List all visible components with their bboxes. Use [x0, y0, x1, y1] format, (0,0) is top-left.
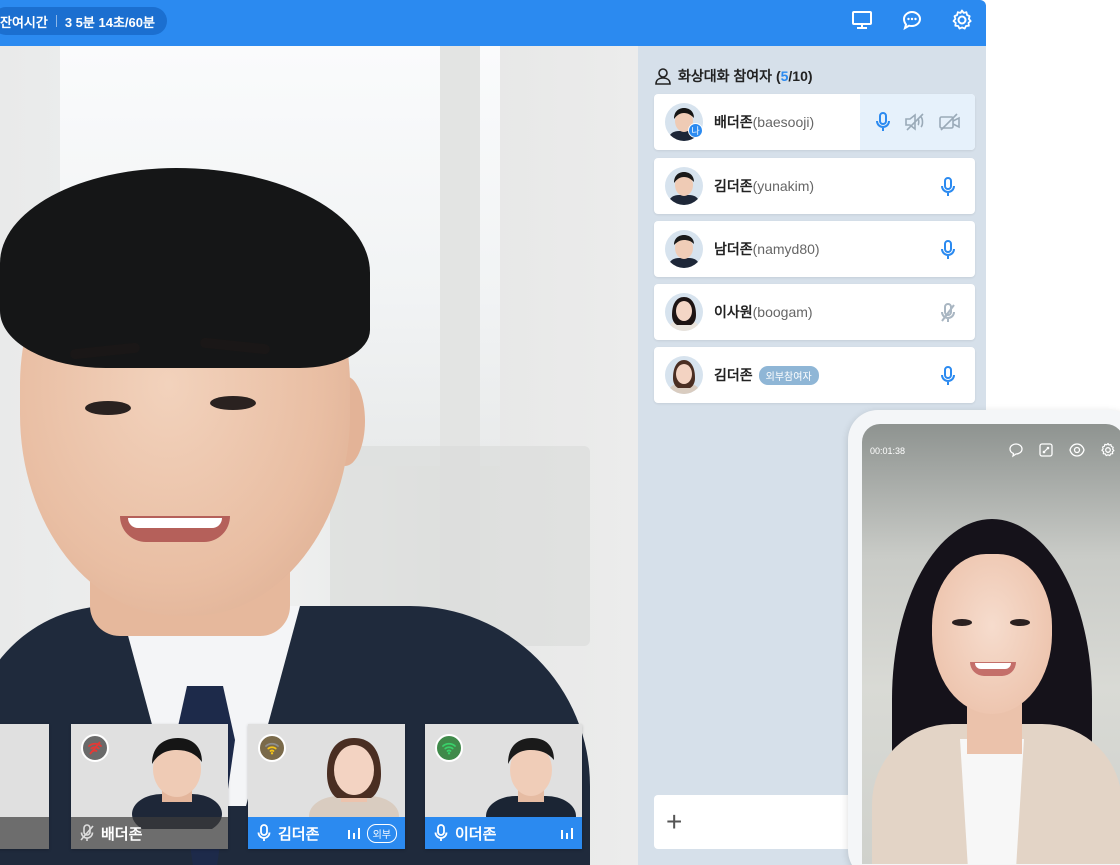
share-icon[interactable] — [1038, 442, 1054, 458]
avatar — [665, 293, 703, 331]
right-eye — [1010, 619, 1030, 626]
divider — [55, 15, 57, 27]
external-participant-chip: 외부참여자 — [758, 365, 819, 385]
me-badge: 나 — [688, 123, 703, 138]
add-button[interactable]: + — [666, 808, 682, 836]
external-tag: 외부 — [366, 823, 397, 843]
participant-id: (namyd80) — [752, 241, 820, 257]
thumbnail-name: 김더존 — [278, 825, 320, 843]
thumbnail-bar: 이더존 — [425, 817, 582, 849]
participant-row[interactable]: 김더존(yunakim) — [654, 158, 975, 214]
avatar — [665, 230, 703, 268]
mic-icon[interactable] — [939, 239, 957, 261]
remaining-time-value: 3 5분 14초/60분 — [64, 14, 155, 30]
participant-name-text: 이사원 — [714, 304, 753, 320]
participant-row[interactable]: 이사원(boogam) — [654, 284, 975, 340]
settings-icon[interactable] — [950, 8, 974, 32]
mic-muted-icon[interactable] — [939, 302, 957, 324]
thumbnail-name: 배더존 — [101, 825, 143, 843]
participant-name-text: 김더존 — [714, 367, 753, 383]
monitor-icon[interactable] — [850, 8, 874, 32]
participant-name-text: 남더존 — [714, 241, 753, 257]
participant-thumbnail[interactable] — [0, 724, 49, 849]
mic-icon[interactable] — [939, 365, 957, 387]
mouth — [970, 662, 1016, 676]
participant-avatar — [485, 738, 576, 829]
remaining-time-label: 잔여시간 — [0, 14, 48, 30]
thumbnail-bar — [0, 817, 49, 849]
panel-title: 화상대화 참여자 (5/10) — [654, 66, 813, 86]
camera-off-icon[interactable] — [938, 112, 962, 132]
panel-title-text: 화상대화 참여자 ( — [678, 68, 781, 84]
participant-name: 김더존(yunakim) — [714, 176, 814, 196]
participant-row[interactable]: 남더존(namyd80) — [654, 221, 975, 277]
mouth — [120, 516, 230, 542]
mobile-device-frame: 00:01:38 — [848, 410, 1120, 865]
settings-icon[interactable] — [1100, 442, 1116, 458]
my-controls — [860, 94, 975, 150]
wifi-weak-icon — [81, 734, 109, 762]
wifi-good-icon — [435, 734, 463, 762]
left-eye — [85, 401, 131, 415]
top-toolbar: 잔여시간 3 5분 14초/60분 — [0, 0, 986, 46]
mic-icon — [257, 824, 271, 841]
participant-name: 이사원(boogam) — [714, 302, 813, 322]
mic-icon[interactable] — [939, 176, 957, 198]
remaining-time-pill: 잔여시간 3 5분 14초/60분 — [0, 7, 167, 35]
participant-row[interactable]: 김더존 외부참여자 — [654, 347, 975, 403]
audio-level-icon — [347, 828, 360, 839]
mic-icon — [434, 824, 448, 841]
mobile-video-feed: 00:01:38 — [862, 424, 1120, 864]
speaker-muted-icon[interactable] — [904, 112, 926, 132]
face — [932, 554, 1052, 714]
participant-id: (yunakim) — [752, 178, 815, 194]
camera-switch-icon[interactable] — [1068, 442, 1086, 458]
video-conference-screen: 잔여시간 3 5분 14초/60분 배더존 김더존 외부 이더존 화상대화 참여… — [0, 0, 1120, 865]
participant-row-me[interactable]: 나 배더존(baesooji) — [654, 94, 975, 150]
thumbnail-bar: 배더존 — [71, 817, 228, 849]
participant-avatar — [308, 738, 399, 829]
thumbnail-bar: 김더존 외부 — [248, 817, 405, 849]
participant-name: 배더존(baesooji) — [714, 112, 814, 132]
left-eye — [952, 619, 972, 626]
participant-total: /10) — [788, 68, 813, 84]
thumbnail-name: 이더존 — [455, 825, 497, 843]
user-icon — [655, 68, 671, 85]
avatar — [665, 167, 703, 205]
participant-name: 남더존(namyd80) — [714, 239, 820, 259]
participant-id: (baesooji) — [752, 114, 815, 130]
avatar — [665, 356, 703, 394]
participant-thumbnail[interactable]: 이더존 — [425, 724, 582, 849]
participant-name-text: 배더존 — [714, 114, 753, 130]
toolbar-icons — [850, 8, 974, 32]
right-eye — [210, 396, 256, 410]
audio-level-icon — [561, 828, 573, 839]
participant-name-text: 김더존 — [714, 178, 753, 194]
participant-name: 김더존 — [714, 365, 753, 385]
participant-thumbnail[interactable]: 김더존 외부 — [248, 724, 405, 849]
mic-muted-icon — [80, 824, 94, 841]
participant-id: (boogam) — [752, 304, 813, 320]
call-timer: 00:01:38 — [870, 446, 906, 456]
mic-icon[interactable] — [874, 111, 892, 133]
chat-input-area[interactable]: + — [654, 795, 864, 849]
chat-icon[interactable] — [1008, 442, 1024, 458]
mobile-toolbar — [1008, 442, 1116, 458]
wifi-medium-icon — [258, 734, 286, 762]
participant-thumbnail[interactable]: 배더존 — [71, 724, 228, 849]
chat-icon[interactable] — [900, 8, 924, 32]
participant-avatar — [131, 738, 222, 829]
